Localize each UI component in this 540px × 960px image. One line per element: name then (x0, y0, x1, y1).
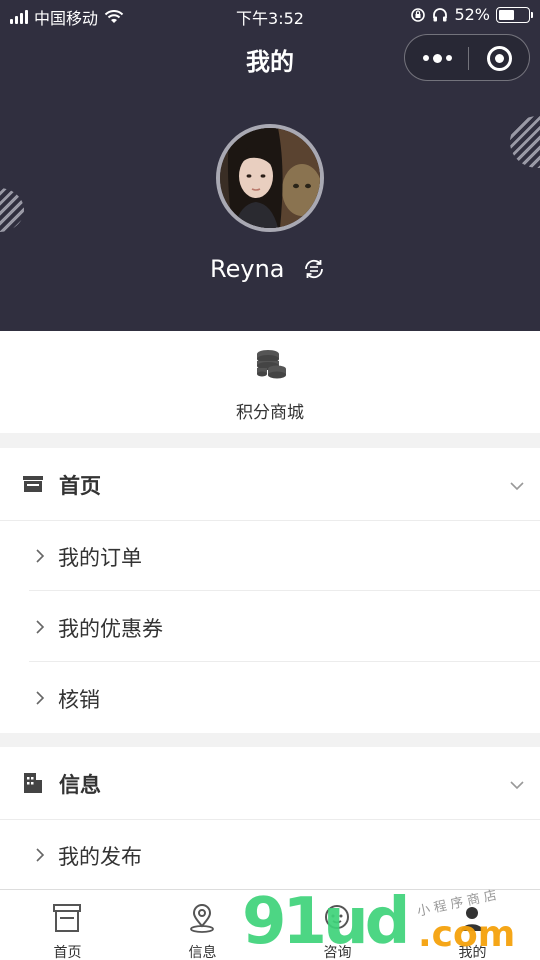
battery-percent: 52% (454, 5, 490, 24)
menu-item-my-coupons[interactable]: 我的优惠券 (0, 592, 540, 662)
status-right: 52% (410, 5, 533, 24)
menu-item-label: 我的订单 (58, 546, 142, 570)
points-mall-label: 积分商城 (236, 403, 304, 423)
menu-item-my-posts[interactable]: 我的发布 (0, 820, 540, 890)
more-icon[interactable] (423, 51, 453, 65)
section-home: 首页 我的订单 我的优惠券 核销 (0, 448, 540, 733)
decorative-circle-right (510, 116, 540, 168)
decorative-circle-left (0, 188, 24, 232)
chat-face-icon (325, 905, 349, 929)
chevron-right-icon (36, 549, 45, 563)
chevron-right-icon (36, 848, 45, 862)
close-miniprogram-icon[interactable] (487, 46, 512, 71)
chevron-right-icon (36, 620, 45, 634)
tab-bar: 首页 信息 咨询 我的 (0, 889, 540, 960)
menu-item-label: 核销 (58, 688, 100, 712)
person-icon (461, 907, 483, 931)
profile-header: 中国移动 下午3:52 52% 我的 Reyna (0, 0, 540, 331)
tab-mine[interactable]: 我的 (405, 890, 540, 960)
section-home-title: 首页 (59, 474, 101, 498)
building-icon (24, 773, 42, 793)
status-bar: 中国移动 下午3:52 52% (0, 0, 540, 30)
battery-icon (496, 6, 533, 23)
avatar-photo (220, 128, 320, 228)
chevron-down-icon (510, 482, 524, 491)
points-mall-entry[interactable]: 积分商城 (0, 331, 540, 433)
headphones-icon (433, 7, 448, 21)
battery-fill (499, 9, 514, 20)
chevron-right-icon (36, 691, 45, 705)
store-icon (53, 904, 81, 932)
switch-account-icon[interactable] (302, 257, 326, 281)
tab-label: 信息 (188, 945, 217, 960)
chevron-down-icon (510, 781, 524, 790)
section-info-header[interactable]: 信息 (0, 747, 540, 820)
location-pin-icon (190, 904, 214, 933)
tab-info[interactable]: 信息 (135, 890, 270, 960)
store-icon (23, 476, 43, 492)
capsule-divider (468, 47, 469, 70)
orientation-lock-icon (411, 7, 426, 22)
menu-item-label: 我的发布 (58, 845, 142, 869)
section-info-title: 信息 (59, 773, 101, 797)
tab-label: 我的 (458, 945, 487, 960)
menu-item-my-orders[interactable]: 我的订单 (0, 521, 540, 591)
tab-home[interactable]: 首页 (0, 890, 135, 960)
divider (29, 661, 540, 662)
avatar[interactable] (216, 124, 324, 232)
menu-item-label: 我的优惠券 (58, 617, 163, 641)
tab-label: 咨询 (323, 945, 352, 960)
menu-item-verification[interactable]: 核销 (0, 663, 540, 733)
tab-consult[interactable]: 咨询 (270, 890, 405, 960)
section-info: 信息 我的发布 (0, 747, 540, 892)
miniprogram-capsule (404, 34, 530, 81)
username: Reyna (210, 255, 285, 283)
section-home-header[interactable]: 首页 (0, 448, 540, 521)
divider (29, 590, 540, 591)
tab-label: 首页 (53, 945, 82, 960)
coins-icon (257, 350, 286, 379)
